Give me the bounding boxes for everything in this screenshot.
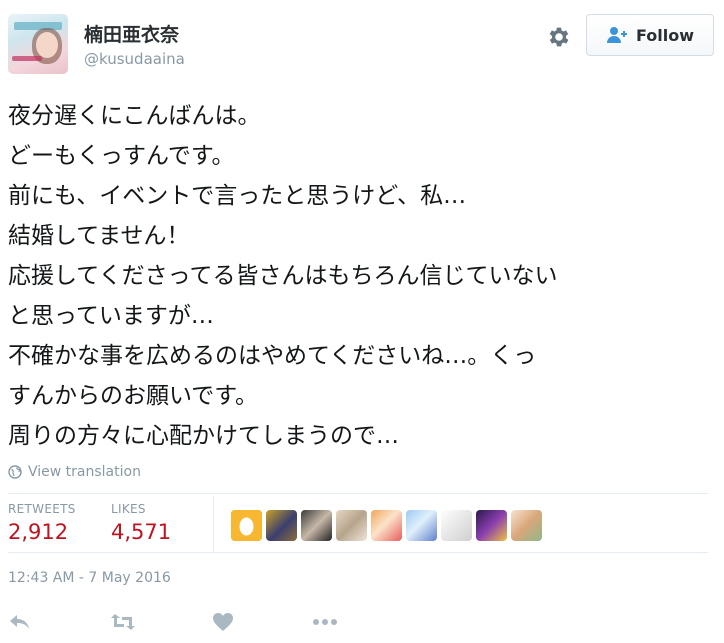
- user-avatar[interactable]: [8, 14, 68, 74]
- tweet-line: 夜分遅くにこんばんは。: [8, 103, 261, 129]
- tweet-line: 前にも、イベントで言ったと思うけど、私…: [8, 183, 467, 209]
- tweet-text: 夜分遅くにこんばんは。 どーもくっすんです。 前にも、イベントで言ったと思うけど…: [8, 96, 716, 456]
- follow-button[interactable]: Follow: [586, 14, 714, 56]
- liker-avatar[interactable]: [476, 510, 507, 541]
- liker-avatar[interactable]: [441, 510, 472, 541]
- tweet-line: と思っていますが…: [8, 303, 214, 329]
- reply-icon: [10, 615, 29, 629]
- stats-divider-top: [8, 493, 708, 494]
- likes-stat[interactable]: LIKES 4,571: [111, 502, 171, 544]
- egg-avatar[interactable]: [231, 510, 262, 541]
- liker-avatars: [231, 510, 542, 541]
- liker-avatar[interactable]: [406, 510, 437, 541]
- view-translation-link[interactable]: View translation: [8, 464, 141, 480]
- liker-avatar[interactable]: [371, 510, 402, 541]
- view-translation-label: View translation: [28, 464, 141, 480]
- liker-avatar[interactable]: [511, 510, 542, 541]
- tweet-timestamp[interactable]: 12:43 AM - 7 May 2016: [8, 570, 171, 586]
- reply-button[interactable]: [8, 608, 32, 636]
- retweets-label: RETWEETS: [8, 502, 76, 516]
- display-name[interactable]: 楠田亜衣奈: [84, 20, 179, 47]
- tweet-line: すんからのお願いです。: [8, 383, 259, 409]
- avatar-ribbon: [14, 22, 62, 30]
- likes-count: 4,571: [111, 520, 172, 544]
- avatar-face: [36, 32, 58, 58]
- retweets-count: 2,912: [8, 520, 69, 544]
- tweet-line: 不確かな事を広めるのはやめてくださいね…。くっ: [8, 343, 537, 369]
- tweet-line: 応援してくださってる皆さんはもちろん信じていない: [8, 263, 558, 289]
- retweet-button[interactable]: [110, 608, 136, 636]
- tweet-header: 楠田亜衣奈 @kusudaaina Follow: [8, 14, 716, 74]
- retweet-icon: [111, 614, 135, 630]
- heart-icon: [213, 613, 233, 631]
- likes-label: LIKES: [111, 502, 146, 516]
- add-user-icon: [606, 27, 627, 43]
- tweet-line: 結婚してません！: [8, 223, 190, 249]
- stats-divider-bottom: [8, 552, 708, 553]
- globe-icon: [8, 465, 22, 479]
- avatar-label: [12, 56, 42, 61]
- user-handle[interactable]: @kusudaaina: [84, 50, 185, 68]
- liker-avatar[interactable]: [336, 510, 367, 541]
- like-button[interactable]: [212, 608, 234, 636]
- tweet-line: 周りの方々に心配かけてしまうので…: [8, 423, 399, 449]
- tweet-actions: [8, 608, 348, 636]
- liker-avatar[interactable]: [266, 510, 297, 541]
- gear-icon[interactable]: [546, 24, 572, 50]
- stats-separator: [213, 496, 214, 552]
- liker-avatar[interactable]: [301, 510, 332, 541]
- retweets-stat[interactable]: RETWEETS 2,912: [8, 502, 76, 544]
- follow-button-label: Follow: [635, 25, 694, 45]
- more-icon: [313, 619, 337, 625]
- more-button[interactable]: [312, 608, 338, 636]
- tweet-line: どーもくっすんです。: [8, 143, 235, 169]
